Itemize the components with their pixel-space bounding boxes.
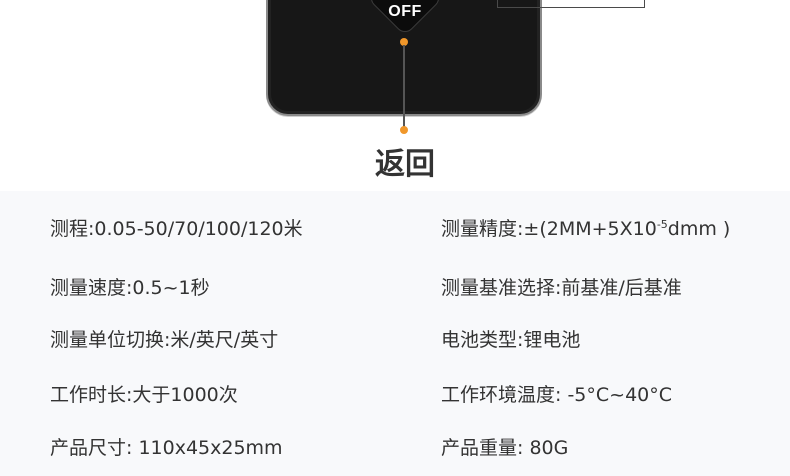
spec-range: 测程:0.05-50/70/100/120米 (50, 218, 303, 240)
spec-weight: 产品重量: 80G (441, 437, 569, 459)
spec-reference: 测量基准选择:前基准/后基准 (441, 277, 682, 299)
spec-battery: 电池类型:锂电池 (441, 329, 581, 351)
spec-accuracy-exponent: -5 (656, 218, 668, 231)
spec-accuracy-prefix: 测量精度:±(2MM+5X10 (441, 218, 657, 240)
off-key-label: OFF (388, 3, 422, 20)
spec-accuracy-suffix: dmm ) (667, 218, 731, 240)
product-spec-page: OFF 返回 测程:0.05-50/70/100/120米 测量精度:±(2MM… (0, 0, 790, 476)
callout-leader-line (403, 45, 405, 127)
spec-size: 产品尺寸: 110x45x25mm (50, 437, 283, 459)
spec-unit-switch: 测量单位切换:米/英尺/英寸 (50, 329, 279, 351)
device-illustration-area: OFF 返回 (0, 0, 790, 191)
spec-working-time: 工作时长:大于1000次 (50, 384, 238, 406)
specification-list: 测程:0.05-50/70/100/120米 测量精度:±(2MM+5X10-5… (0, 191, 790, 476)
callout-bracket (497, 0, 645, 8)
spec-working-temperature: 工作环境温度: -5°C~40°C (441, 384, 673, 406)
return-callout-label: 返回 (375, 147, 435, 182)
spec-speed: 测量速度:0.5~1秒 (50, 277, 210, 299)
spec-accuracy: 测量精度:±(2MM+5X10-5dmm ) (441, 214, 730, 241)
callout-dot-bottom (400, 126, 408, 134)
